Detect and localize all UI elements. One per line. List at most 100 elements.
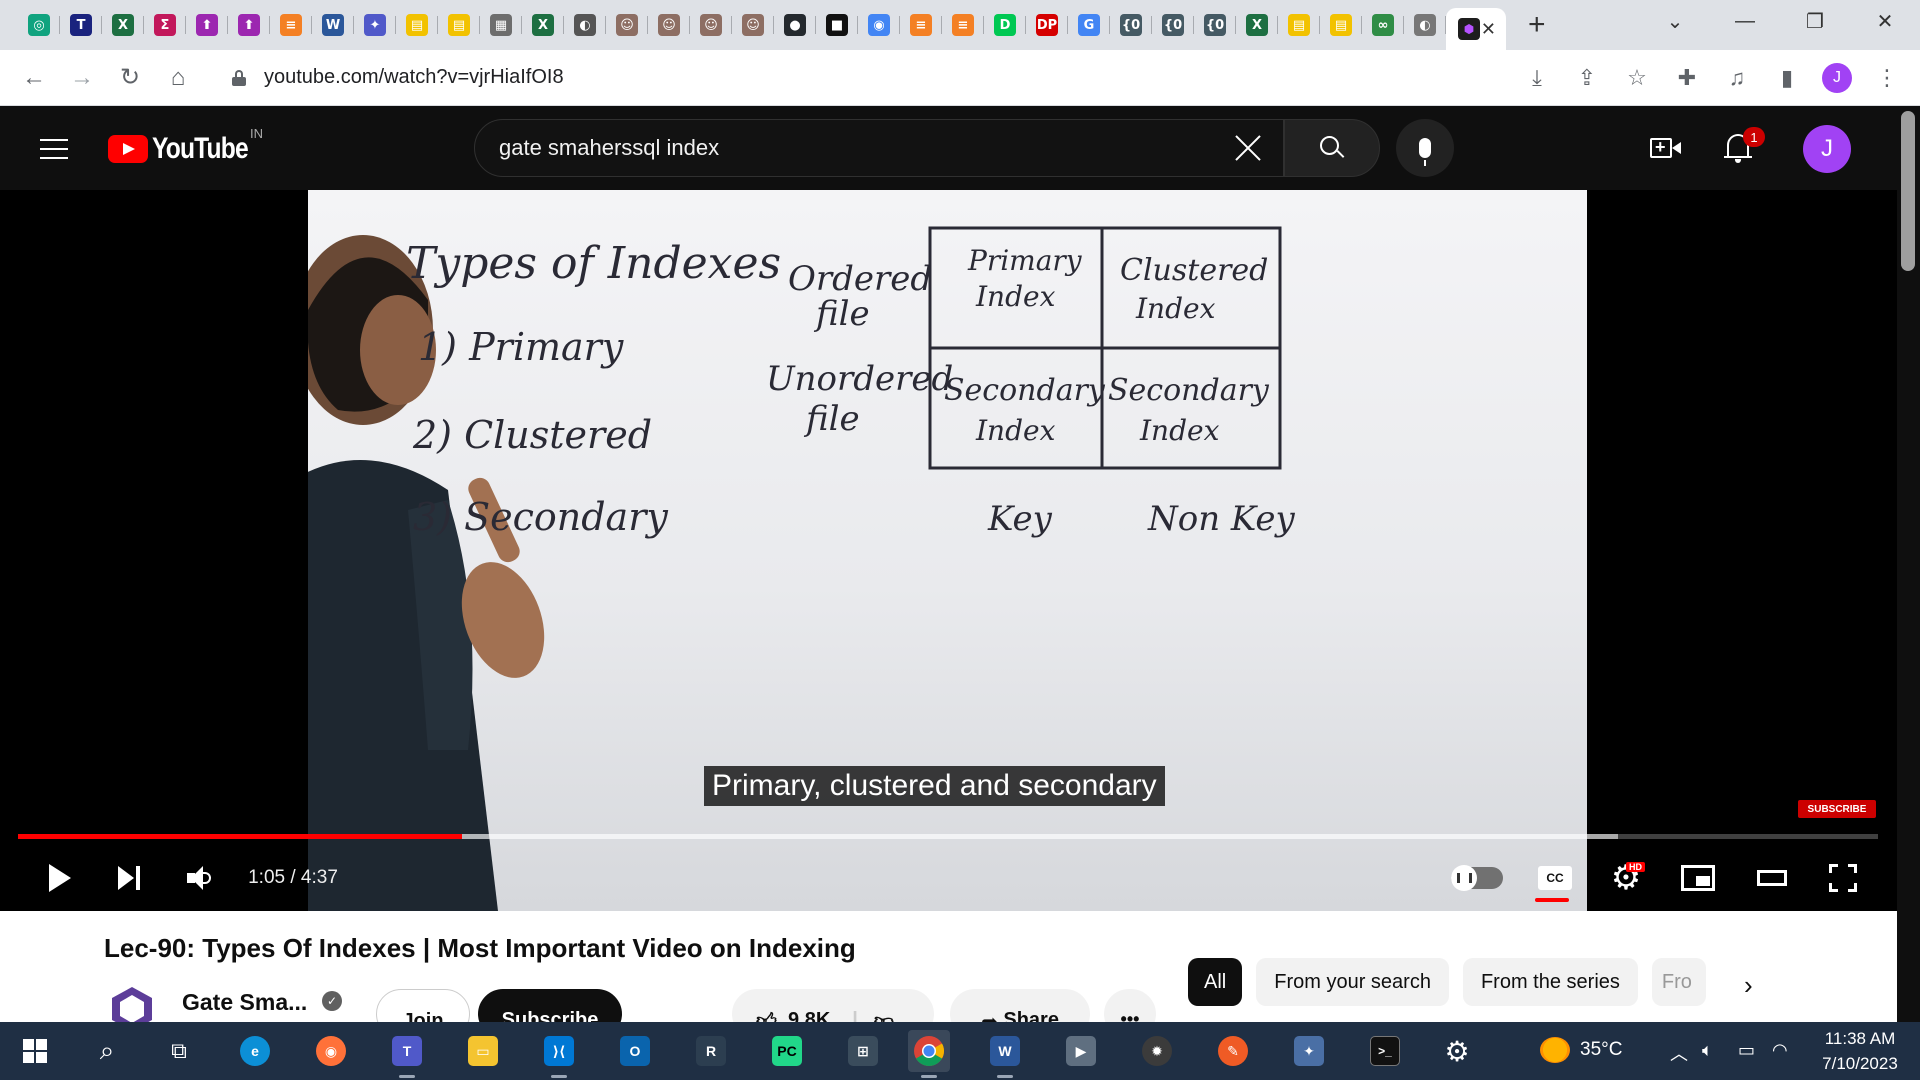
clear-search-icon[interactable] [1233,133,1263,163]
chevron-right-icon[interactable]: › [1744,970,1753,1001]
back-button[interactable]: ← [10,54,58,102]
tab-17[interactable]: ☺ [732,4,774,46]
chip-all[interactable]: All [1188,958,1243,1006]
tab-6[interactable]: ≡ [270,4,312,46]
app-gear-icon[interactable]: ✹ [1136,1030,1178,1072]
network-tool-icon[interactable]: ✦ [1288,1030,1330,1072]
pycharm-icon[interactable]: PC [766,1030,808,1072]
chrome-menu-icon[interactable]: ⋮ [1864,55,1910,101]
tab-11[interactable]: ▦ [480,4,522,46]
word-taskbar-icon[interactable]: W [984,1030,1026,1078]
speaker-icon[interactable]: 🔈︎ [1702,1040,1713,1061]
install-icon[interactable]: ⤓ [1514,55,1560,101]
autoplay-toggle[interactable] [1450,850,1504,906]
next-button[interactable] [106,850,154,906]
chip-from-your-search[interactable]: From your search [1256,958,1449,1006]
reload-button[interactable]: ↻ [106,54,154,102]
tab-13[interactable]: ◐ [564,4,606,46]
edge-icon[interactable]: e [234,1030,276,1072]
tab-30[interactable]: ▤ [1278,4,1320,46]
tab-28[interactable]: {0 [1194,4,1236,46]
media-player-icon[interactable]: ▶ [1060,1030,1102,1072]
tab-5[interactable]: ⬆ [228,4,270,46]
terminal-icon[interactable]: >_ [1364,1030,1406,1072]
tab-search-chevron-icon[interactable]: ⌄ [1640,9,1710,34]
bookmark-star-icon[interactable]: ☆ [1614,55,1660,101]
youtube-logo[interactable]: YouTube [108,132,269,166]
chip-from-the-series[interactable]: From the series [1462,958,1638,1006]
file-explorer-icon[interactable]: ▭ [462,1030,504,1072]
tab-22[interactable]: ≡ [942,4,984,46]
subscribe-watermark[interactable]: SUBSCRIBE [1798,800,1876,818]
tab-10[interactable]: ▤ [438,4,480,46]
video-player[interactable]: Types of Indexes 1) Primary 2) Clustered… [0,190,1897,911]
rstudio-icon[interactable]: R [690,1030,732,1072]
tab-33[interactable]: ◐ [1404,4,1446,46]
task-view-icon[interactable]: ⧉ [158,1030,200,1072]
search-input[interactable] [499,135,1199,161]
thumbs-down-icon[interactable]: 👎︎ [874,1009,894,1022]
tab-29[interactable]: X [1236,4,1278,46]
outlook-icon[interactable]: O [614,1030,656,1072]
share-icon[interactable]: ⇪ [1564,55,1610,101]
tab-7[interactable]: W [312,4,354,46]
create-video-icon[interactable] [1648,132,1684,164]
restore-button[interactable]: ❐ [1780,9,1850,34]
forward-button[interactable]: → [58,54,106,102]
settings-button[interactable]: ⚙ HD [1604,850,1648,906]
postman-icon[interactable]: ✎ [1212,1030,1254,1072]
share-button[interactable]: ➦ Share [950,989,1090,1022]
scrollbar-thumb[interactable] [1901,111,1915,271]
vscode-icon[interactable]: ⟩⟨ [538,1030,580,1078]
account-avatar[interactable]: J [1803,125,1851,173]
like-button[interactable]: 👍︎ 9.8K | 👎︎ [732,989,934,1022]
tab-0[interactable]: ◎ [18,4,60,46]
media-control-icon[interactable]: ♫ [1714,55,1760,101]
close-tab-icon[interactable]: ✕ [1481,19,1496,40]
tab-24[interactable]: DP [1026,4,1068,46]
side-panel-icon[interactable]: ▮ [1764,55,1810,101]
tab-4[interactable]: ⬆ [186,4,228,46]
battery-icon[interactable]: ▭ [1738,1040,1755,1061]
channel-avatar[interactable] [108,985,156,1022]
address-bar[interactable]: youtube.com/watch?v=vjrHiaIfOI8 [214,58,1514,98]
settings-taskbar-icon[interactable]: ⚙ [1436,1030,1478,1072]
captions-button[interactable]: CC [1535,850,1575,906]
chrome-taskbar-icon[interactable] [908,1030,950,1078]
close-window-button[interactable]: ✕ [1850,9,1920,34]
weather-widget[interactable]: 35°C [1540,1037,1622,1063]
url-text[interactable]: youtube.com/watch?v=vjrHiaIfOI8 [264,66,564,89]
play-button[interactable] [36,850,84,906]
extensions-icon[interactable]: ✚ [1664,55,1710,101]
search-button[interactable] [1284,119,1380,177]
search-taskbar-icon[interactable]: ⌕ [86,1030,128,1072]
tab-25[interactable]: G [1068,4,1110,46]
tab-23[interactable]: D [984,4,1026,46]
tab-26[interactable]: {0 [1110,4,1152,46]
voice-search-button[interactable] [1396,119,1454,177]
tab-2[interactable]: X [102,4,144,46]
tab-3[interactable]: Σ [144,4,186,46]
system-clock[interactable]: 11:38 AM 7/10/2023 [1810,1026,1910,1076]
miniplayer-button[interactable] [1678,850,1718,906]
tab-21[interactable]: ≡ [900,4,942,46]
tab-27[interactable]: {0 [1152,4,1194,46]
fullscreen-button[interactable] [1823,850,1863,906]
wifi-icon[interactable]: ◠ [1772,1040,1788,1061]
tab-8[interactable]: ✦ [354,4,396,46]
tab-1[interactable]: T [60,4,102,46]
tab-active-youtube[interactable]: ⬢ ✕ [1446,8,1506,50]
channel-name[interactable]: Gate Sma... [182,989,307,1016]
tab-9[interactable]: ▤ [396,4,438,46]
tab-14[interactable]: ☺ [606,4,648,46]
tab-16[interactable]: ☺ [690,4,732,46]
chip-truncated[interactable]: Fro [1651,958,1706,1006]
start-button[interactable] [14,1030,56,1072]
tab-31[interactable]: ▤ [1320,4,1362,46]
teams-taskbar-icon[interactable]: T [386,1030,428,1078]
profile-button[interactable]: J [1814,55,1860,101]
new-tab-button[interactable]: + [1528,10,1546,40]
tab-12[interactable]: X [522,4,564,46]
tab-15[interactable]: ☺ [648,4,690,46]
tab-20[interactable]: ◉ [858,4,900,46]
